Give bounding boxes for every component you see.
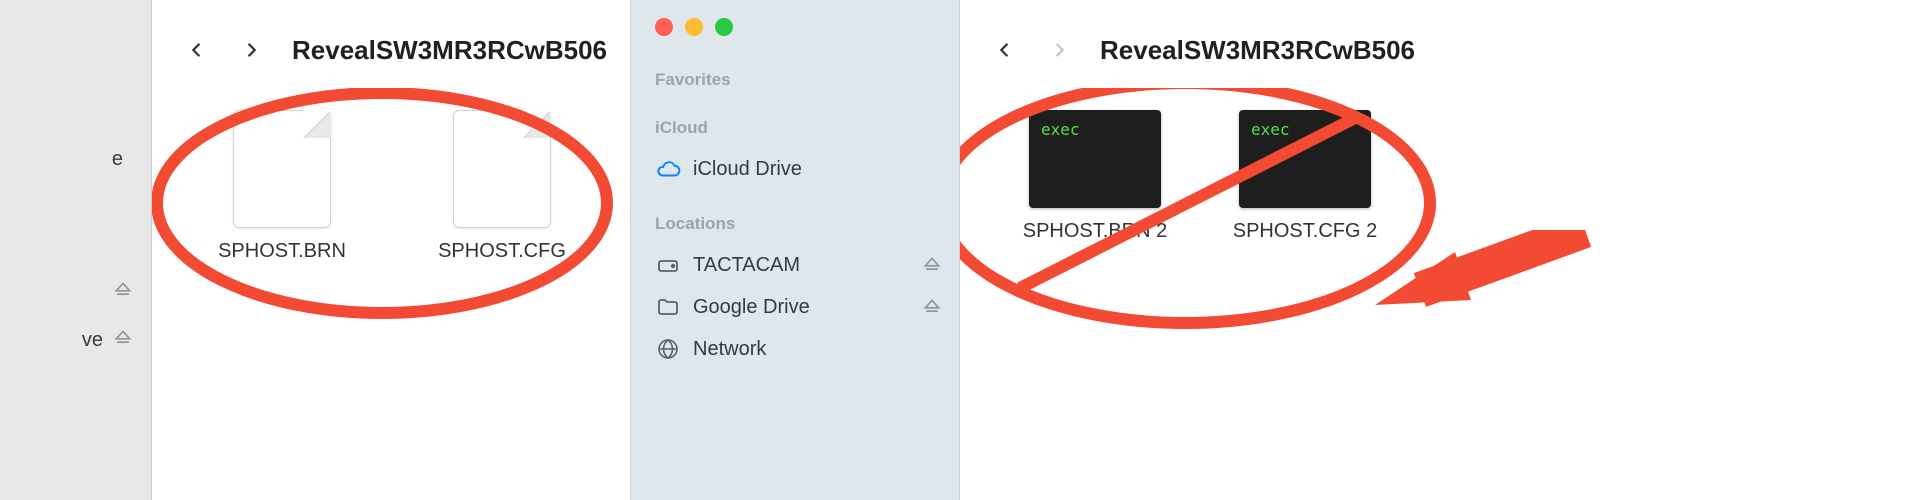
sidebar-item-partial-0[interactable]: e [112, 148, 133, 171]
exec-label: exec [1251, 120, 1290, 139]
eject-icon[interactable] [113, 328, 133, 353]
red-arrow-annotation [1375, 230, 1595, 370]
toolbar: RevealSW3MR3RCwB506 [960, 0, 1915, 100]
sidebar-item-label: TACTACAM [693, 254, 909, 277]
sidebar-item-network[interactable]: Network [631, 328, 959, 370]
zoom-window-button[interactable] [715, 18, 733, 36]
forward-button[interactable] [228, 26, 276, 74]
back-button[interactable] [980, 26, 1028, 74]
sidebar-item-tactacam[interactable]: TACTACAM [631, 244, 959, 286]
sidebar-item-label: Network [693, 338, 943, 361]
file-grid: SPHOST.BRN SPHOST.CFG [202, 110, 582, 263]
drive-icon [655, 252, 681, 278]
exec-icon: exec [1029, 110, 1161, 208]
file-label: SPHOST.CFG 2 [1233, 220, 1377, 243]
folder-icon [655, 294, 681, 320]
sidebar-section-locations: Locations [631, 208, 959, 244]
close-window-button[interactable] [655, 18, 673, 36]
content-area: SPHOST.BRN SPHOST.CFG [152, 100, 630, 500]
back-button[interactable] [172, 26, 220, 74]
partial-sidebar-left: e ve [0, 0, 152, 500]
document-icon [453, 110, 551, 228]
sidebar-item-icloud-drive[interactable]: iCloud Drive [631, 148, 959, 190]
forward-button[interactable] [1036, 26, 1084, 74]
minimize-window-button[interactable] [685, 18, 703, 36]
exec-label: exec [1041, 120, 1080, 139]
eject-icon[interactable] [921, 296, 943, 318]
exec-icon: exec [1239, 110, 1371, 208]
sidebar-item-partial-1[interactable] [103, 280, 133, 305]
file-grid: exec SPHOST.BRN 2 exec SPHOST.CFG 2 [1015, 110, 1385, 243]
sidebar-item-label: iCloud Drive [693, 158, 943, 181]
eject-icon[interactable] [113, 280, 133, 305]
file-label: SPHOST.CFG [438, 240, 566, 263]
finder-window-left: RevealSW3MR3RCwB506 SPHOST.BRN SPHOST.CF… [152, 0, 630, 500]
cloud-icon [655, 156, 681, 182]
content-area: exec SPHOST.BRN 2 exec SPHOST.CFG 2 [960, 100, 1915, 500]
file-label: SPHOST.BRN [218, 240, 346, 263]
sidebar-item-label: ve [82, 329, 103, 352]
window-controls [631, 18, 959, 36]
file-item[interactable]: SPHOST.CFG [422, 110, 582, 263]
finder-window-right: RevealSW3MR3RCwB506 exec SPHOST.BRN 2 ex… [960, 0, 1915, 500]
sidebar-section-favorites: Favorites [631, 64, 959, 100]
sidebar-item-label: Google Drive [693, 296, 909, 319]
sidebar-item-label: e [112, 148, 123, 171]
file-item[interactable]: exec SPHOST.CFG 2 [1225, 110, 1385, 243]
sidebar-section-icloud: iCloud [631, 112, 959, 148]
eject-icon[interactable] [921, 254, 943, 276]
window-title: RevealSW3MR3RCwB506 [1100, 35, 1415, 66]
window-title: RevealSW3MR3RCwB506 [292, 35, 607, 66]
file-item[interactable]: SPHOST.BRN [202, 110, 362, 263]
toolbar: RevealSW3MR3RCwB506 [152, 0, 630, 100]
finder-sidebar: Favorites iCloud iCloud Drive Locations … [630, 0, 960, 500]
file-item[interactable]: exec SPHOST.BRN 2 [1015, 110, 1175, 243]
network-icon [655, 336, 681, 362]
document-icon [233, 110, 331, 228]
sidebar-item-partial-2[interactable]: ve [82, 328, 133, 353]
file-label: SPHOST.BRN 2 [1023, 220, 1167, 243]
sidebar-item-google-drive[interactable]: Google Drive [631, 286, 959, 328]
